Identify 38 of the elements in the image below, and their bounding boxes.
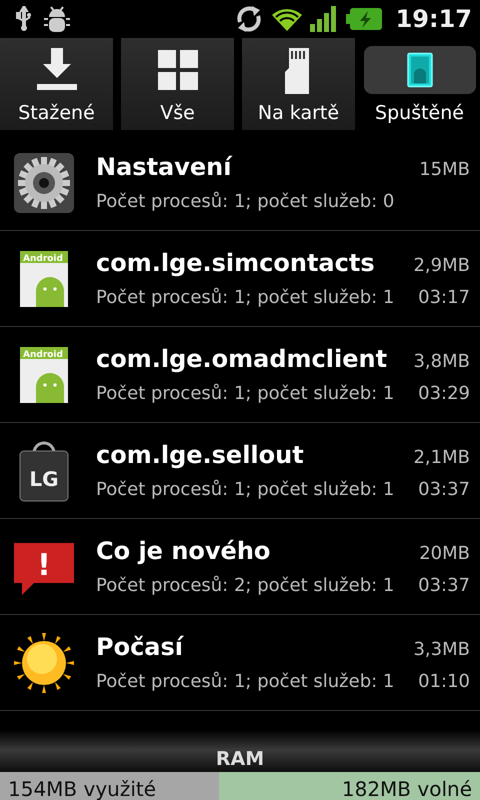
- process-details: Počet procesů: 1; počet služeb: 1: [96, 383, 394, 404]
- memory-size: 3,3MB: [413, 639, 470, 660]
- run-time: 03:37: [418, 575, 470, 596]
- memory-size: 3,8MB: [413, 351, 470, 372]
- android-running-icon: [364, 46, 476, 94]
- bug-icon: [42, 4, 72, 34]
- app-name: Co je nového: [96, 537, 270, 565]
- used-memory-text: 154MB využité: [7, 776, 158, 800]
- wifi-icon: [272, 7, 302, 31]
- process-details: Počet procesů: 1; počet služeb: 1: [96, 287, 394, 308]
- process-details: Počet procesů: 1; počet služeb: 0: [96, 191, 394, 212]
- usb-icon: [14, 6, 34, 32]
- tab[interactable]: Vše: [121, 38, 234, 130]
- sun-icon: [12, 630, 76, 694]
- free-memory-text: 182MB volné: [340, 776, 473, 800]
- tab[interactable]: Stažené: [0, 38, 113, 130]
- app-name: Počasí: [96, 633, 184, 661]
- gear-icon: [12, 150, 76, 214]
- process-details: Počet procesů: 2; počet služeb: 1: [96, 575, 394, 596]
- ram-label: RAM: [216, 748, 264, 770]
- run-time: 03:17: [418, 287, 470, 308]
- app-name: com.lge.sellout: [96, 441, 304, 469]
- process-details: Počet procesů: 1; počet služeb: 1: [96, 479, 394, 500]
- run-time: 01:10: [418, 671, 470, 692]
- battery-charging-icon: [346, 8, 382, 30]
- run-time: 03:37: [418, 479, 470, 500]
- memory-size: 20MB: [419, 543, 470, 564]
- memory-size: 2,9MB: [413, 255, 470, 276]
- signal-icon: [310, 6, 338, 32]
- app-name: com.lge.omadmclient: [96, 345, 388, 373]
- process-details: Počet procesů: 1; počet služeb: 1: [96, 671, 394, 692]
- memory-size: 2,1MB: [413, 447, 470, 468]
- app-name: Nastavení: [96, 153, 232, 181]
- tab[interactable]: Na kartě: [242, 38, 355, 130]
- clock-time: 19:17: [396, 5, 472, 33]
- app-name: com.lge.simcontacts: [96, 249, 375, 277]
- run-time: 03:29: [418, 383, 470, 404]
- memory-size: 15MB: [419, 159, 470, 180]
